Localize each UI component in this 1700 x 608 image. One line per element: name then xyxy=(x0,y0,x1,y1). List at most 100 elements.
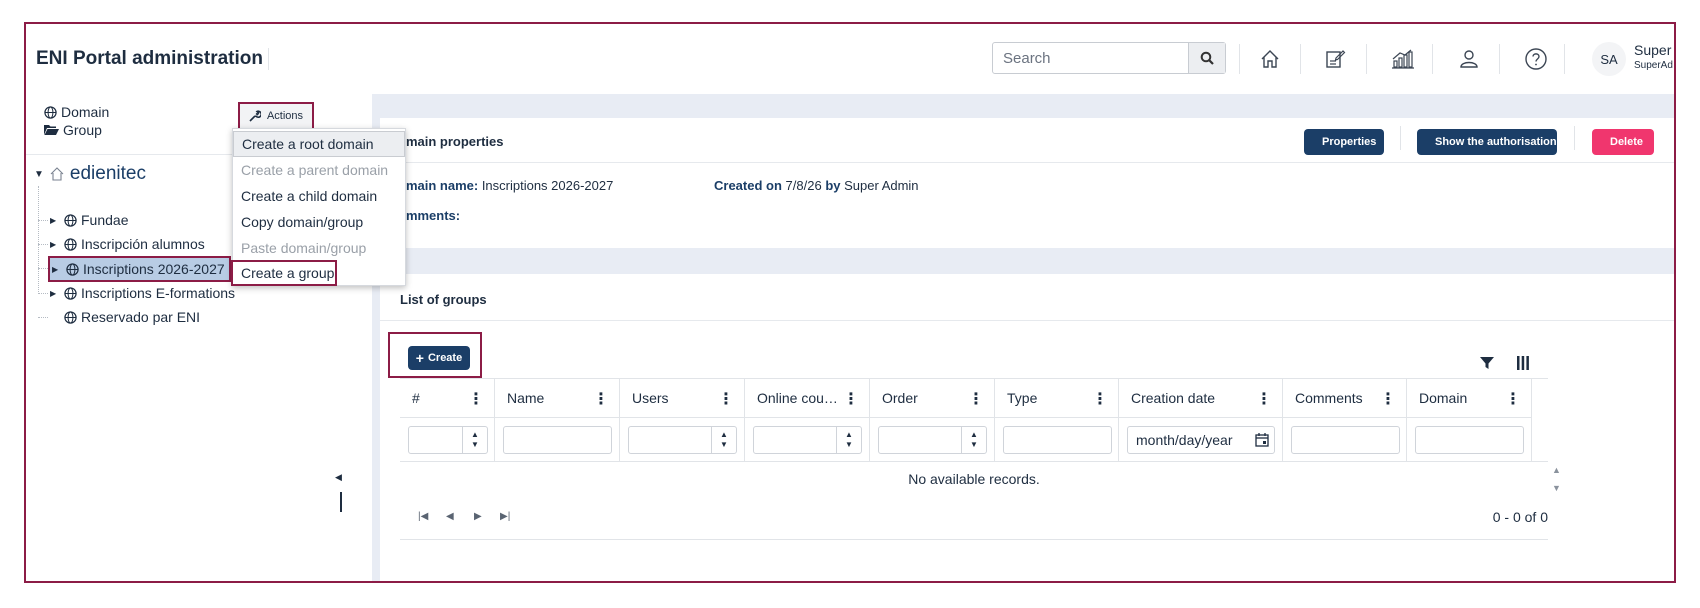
edit-document-icon[interactable] xyxy=(1322,46,1348,72)
search-input[interactable] xyxy=(993,43,1179,73)
wrench-icon xyxy=(249,110,261,122)
column-menu-icon[interactable]: ⋮ xyxy=(468,389,484,409)
panel-resize-handle[interactable] xyxy=(340,492,342,512)
collapse-panel-icon[interactable]: ◀ xyxy=(335,472,342,483)
number-spinner[interactable]: ▲ ▼ xyxy=(462,427,487,453)
tree-item-reservado-par-eni[interactable]: Reservado par ENI xyxy=(50,306,200,328)
number-spinner[interactable]: ▲ ▼ xyxy=(961,427,986,453)
spin-down-icon[interactable]: ▼ xyxy=(471,440,479,450)
tree-item-label: Fundae xyxy=(81,212,129,228)
first-page-icon[interactable]: |◀ xyxy=(418,511,428,522)
col-label: # xyxy=(412,390,420,406)
created-on-value: 7/8/26 xyxy=(785,178,822,193)
tree-connector xyxy=(38,244,48,246)
tree-item-fundae[interactable]: ▶ Fundae xyxy=(50,209,128,231)
actions-button[interactable]: Actions xyxy=(238,102,314,130)
delete-button[interactable]: Delete xyxy=(1592,129,1654,155)
number-filter-input[interactable]: ▲ ▼ xyxy=(408,426,488,454)
calendar-icon[interactable] xyxy=(1255,433,1269,447)
menu-paste-domain-group[interactable]: Paste domain/group xyxy=(233,235,405,261)
number-spinner[interactable]: ▲ ▼ xyxy=(836,427,861,453)
spin-down-icon[interactable]: ▼ xyxy=(970,440,978,450)
column-menu-icon[interactable]: ⋮ xyxy=(593,389,609,409)
users-filter-input[interactable]: ▲ ▼ xyxy=(628,426,737,454)
col-header-creation-date[interactable]: Creation date ⋮ xyxy=(1119,379,1283,417)
column-menu-icon[interactable]: ⋮ xyxy=(968,389,984,409)
prev-page-icon[interactable]: ◀ xyxy=(446,511,454,522)
groups-grid: # ⋮ Name ⋮ Users ⋮ Online cou… ⋮ Order ⋮ Type… xyxy=(400,378,1561,563)
spin-up-icon[interactable]: ▲ xyxy=(970,430,978,440)
tree-connector xyxy=(38,186,40,294)
tree-root-label: edienitec xyxy=(69,163,146,184)
search-button[interactable] xyxy=(1188,43,1225,73)
last-page-icon[interactable]: ▶| xyxy=(500,511,510,522)
menu-create-child-domain[interactable]: Create a child domain xyxy=(233,183,405,209)
next-page-icon[interactable]: ▶ xyxy=(474,511,482,522)
online-courses-filter-input[interactable]: ▲ ▼ xyxy=(753,426,862,454)
home-icon[interactable] xyxy=(1257,46,1283,72)
tree-item-inscriptions-e-formations[interactable]: ▶ Inscriptions E-formations xyxy=(50,282,235,304)
spin-down-icon[interactable]: ▼ xyxy=(720,440,728,450)
show-authorisations-button[interactable]: Show the authorisations xyxy=(1417,129,1563,155)
scroll-up-icon[interactable]: ▲ xyxy=(1552,465,1561,475)
spin-up-icon[interactable]: ▲ xyxy=(845,430,853,440)
creation-date-filter-input[interactable]: month/day/year xyxy=(1127,426,1275,454)
column-menu-icon[interactable]: ⋮ xyxy=(843,389,859,409)
col-header-comments[interactable]: Comments ⋮ xyxy=(1283,379,1407,417)
expand-triangle-icon[interactable]: ▶ xyxy=(52,265,62,274)
tree-root[interactable]: ▼ edienitec xyxy=(34,163,146,185)
user-name[interactable]: Super A xyxy=(1634,42,1674,58)
col-header-type[interactable]: Type ⋮ xyxy=(995,379,1119,417)
menu-create-parent-domain[interactable]: Create a parent domain xyxy=(233,157,405,183)
divider xyxy=(1400,126,1401,150)
tree-item-inscriptions-2026-2027[interactable]: ▶ Inscriptions 2026-2027 xyxy=(48,256,231,282)
pager-info: 0 - 0 of 0 xyxy=(1492,509,1548,525)
expand-triangle-icon[interactable]: ▶ xyxy=(50,289,60,298)
filter-cell xyxy=(995,417,1119,461)
menu-copy-domain-group[interactable]: Copy domain/group xyxy=(233,209,405,235)
col-label: Comments xyxy=(1295,390,1363,406)
column-menu-icon[interactable]: ⋮ xyxy=(1256,389,1272,409)
col-header-name[interactable]: Name ⋮ xyxy=(495,379,620,417)
name-filter-input[interactable] xyxy=(503,426,612,454)
column-menu-icon[interactable]: ⋮ xyxy=(718,389,734,409)
col-header-number[interactable]: # ⋮ xyxy=(400,379,495,417)
menu-create-root-domain[interactable]: Create a root domain xyxy=(233,131,405,157)
expand-triangle-icon[interactable]: ▶ xyxy=(50,216,60,225)
col-header-users[interactable]: Users ⋮ xyxy=(620,379,745,417)
column-menu-icon[interactable]: ⋮ xyxy=(1505,389,1521,409)
scroll-down-icon[interactable]: ▼ xyxy=(1552,483,1561,493)
column-menu-icon[interactable]: ⋮ xyxy=(1092,389,1108,409)
properties-button[interactable]: Properties xyxy=(1304,129,1384,155)
user-icon[interactable] xyxy=(1456,46,1482,72)
col-header-order[interactable]: Order ⋮ xyxy=(870,379,995,417)
filter-icon[interactable] xyxy=(1478,354,1496,372)
create-group-button[interactable]: + Create xyxy=(408,346,470,370)
order-filter-input[interactable]: ▲ ▼ xyxy=(878,426,987,454)
col-header-domain[interactable]: Domain ⋮ xyxy=(1407,379,1532,417)
create-label: Create xyxy=(427,352,463,364)
avatar[interactable]: SA xyxy=(1592,42,1626,76)
help-icon[interactable] xyxy=(1523,46,1549,72)
tree-item-inscripcion-alumnos[interactable]: ▶ Inscripción alumnos xyxy=(50,233,205,255)
spin-up-icon[interactable]: ▲ xyxy=(471,430,479,440)
collapse-triangle-icon[interactable]: ▼ xyxy=(34,169,44,180)
menu-create-group[interactable]: Create a group xyxy=(231,260,337,286)
comments-filter-input[interactable] xyxy=(1291,426,1400,454)
created-by-label: by xyxy=(825,178,841,193)
spin-up-icon[interactable]: ▲ xyxy=(720,430,728,440)
actions-menu: Create a root domain Create a parent dom… xyxy=(231,128,406,286)
columns-icon[interactable] xyxy=(1514,354,1532,372)
analytics-icon[interactable] xyxy=(1390,46,1416,72)
globe-icon xyxy=(64,310,77,324)
comments-row: omments: xyxy=(398,208,460,223)
actions-label: Actions xyxy=(266,110,304,122)
type-filter-input[interactable] xyxy=(1003,426,1112,454)
expand-triangle-icon[interactable]: ▶ xyxy=(50,240,60,249)
domain-filter-input[interactable] xyxy=(1415,426,1524,454)
number-spinner[interactable]: ▲ ▼ xyxy=(711,427,736,453)
column-menu-icon[interactable]: ⋮ xyxy=(1380,389,1396,409)
filter-cell: ▲ ▼ xyxy=(620,417,745,461)
spin-down-icon[interactable]: ▼ xyxy=(845,440,853,450)
col-header-online-courses[interactable]: Online cou… ⋮ xyxy=(745,379,870,417)
